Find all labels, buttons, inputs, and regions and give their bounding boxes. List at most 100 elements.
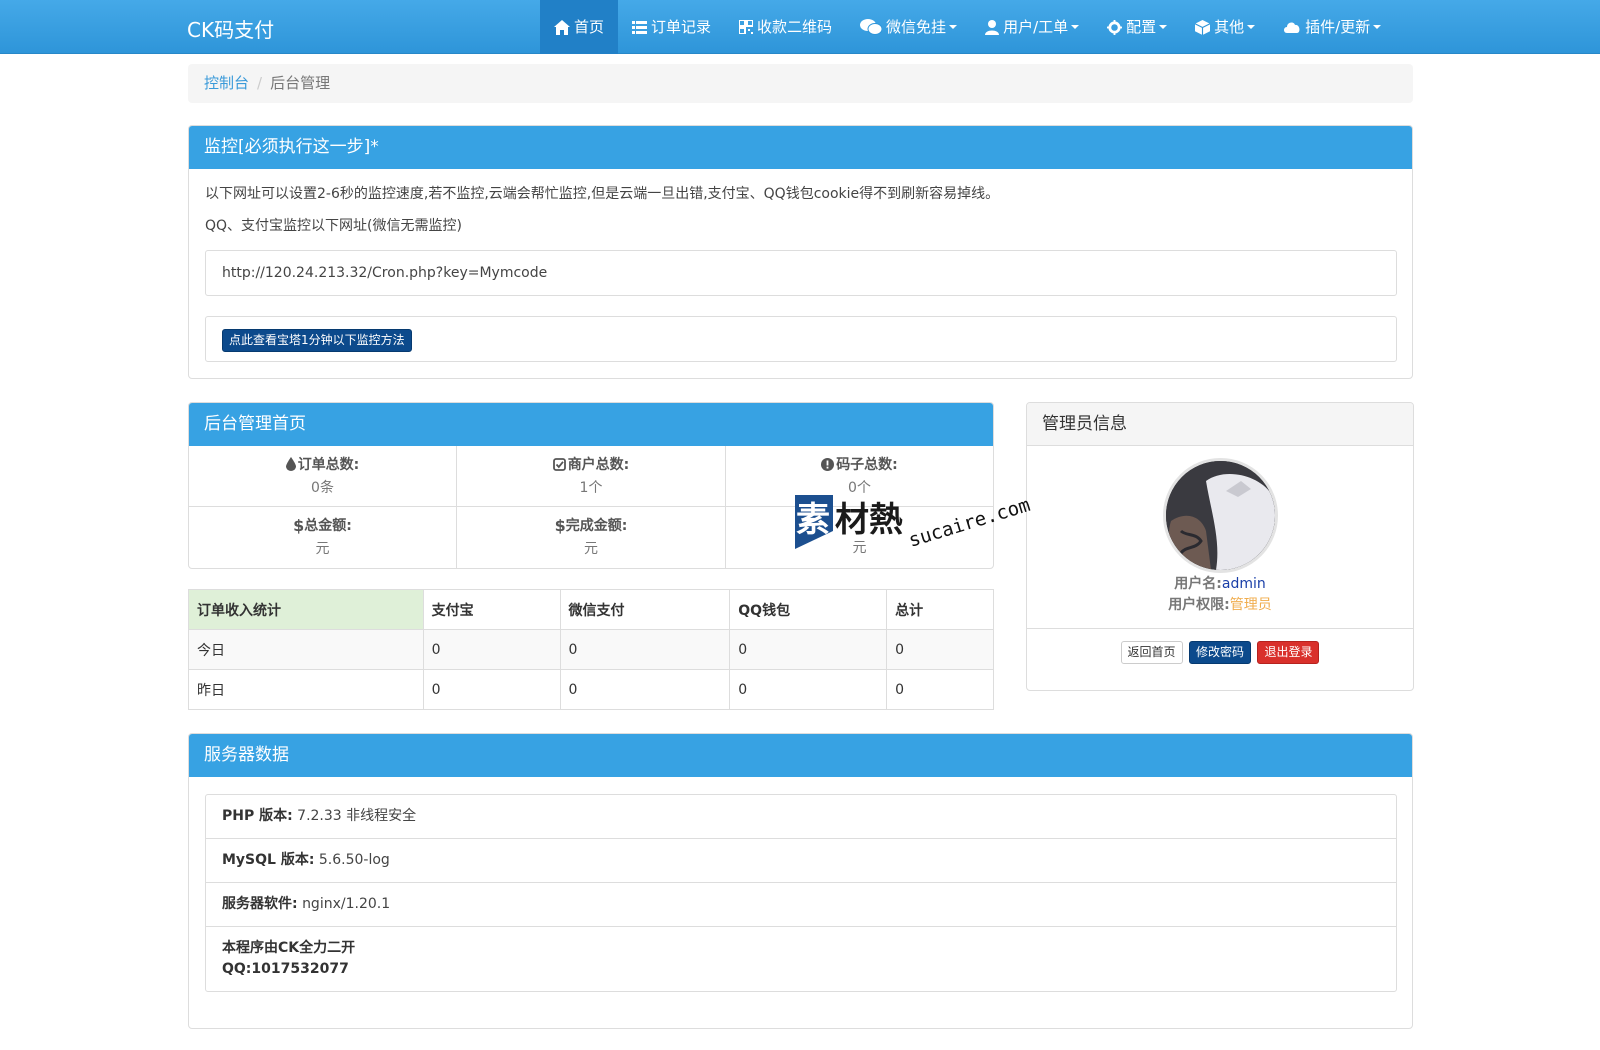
table-cell: 0 <box>422 629 561 670</box>
username-label: 用户名: <box>1174 576 1222 592</box>
chevron-down-icon <box>1159 25 1168 29</box>
chevron-down-icon <box>1247 25 1256 29</box>
server-data-panel: 服务器数据 PHP 版本: 7.2.33 非线程安全 MySQL 版本: 5.6… <box>188 733 1413 1029</box>
table-header: QQ钱包 <box>729 589 888 630</box>
stat-value: 1个 <box>579 480 603 496</box>
nav-other-label: 其他 <box>1214 18 1245 36</box>
income-stats-table: 订单收入统计 支付宝 微信支付 QQ钱包 总计 今日 0 0 0 0 昨日 0 … <box>188 589 994 710</box>
chevron-down-icon <box>1373 25 1382 29</box>
manager-buttons: 返回首页 修改密码 退出登录 <box>1027 641 1413 664</box>
nav-qrcode[interactable]: 收款二维码 <box>725 0 846 54</box>
monitor-note: QQ、支付宝监控以下网址(微信无需监控) <box>205 218 462 234</box>
table-cell: 0 <box>729 629 888 670</box>
stat-total-amount: $ 总金额: 元 <box>189 507 457 568</box>
table-cell: 0 <box>886 629 994 670</box>
table-header: 总计 <box>886 589 994 630</box>
nav-home[interactable]: 首页 <box>540 0 619 54</box>
table-cell: 0 <box>729 669 888 710</box>
server-php-label: PHP 版本: <box>222 808 293 824</box>
table-header: 订单收入统计 <box>188 589 424 630</box>
svg-text:素: 素 <box>796 500 830 540</box>
brand-logo[interactable]: CK码支付 <box>187 14 274 43</box>
stat-label: 码子总数: <box>836 457 898 473</box>
back-home-button[interactable]: 返回首页 <box>1120 641 1183 664</box>
stat-value: 0条 <box>311 480 334 496</box>
list-icon <box>632 20 648 34</box>
manager-info-title: 管理员信息 <box>1027 403 1413 446</box>
watermark: 素 材熱 sucaire.com <box>793 493 1043 553</box>
admin-home-title: 后台管理首页 <box>189 403 993 446</box>
table-cell: 0 <box>422 669 561 710</box>
monitor-button-wrap: 点此查看宝塔1分钟以下监控方法 <box>205 316 1397 362</box>
stat-completed-amount: $ 完成金额: 元 <box>457 507 726 568</box>
table-cell: 今日 <box>188 629 424 670</box>
monitor-url-field[interactable]: http://120.24.213.32/Cron.php?key=Mymcod… <box>205 250 1397 296</box>
stat-merchant-count: 商户总数: 1个 <box>457 446 726 507</box>
server-info-list: PHP 版本: 7.2.33 非线程安全 MySQL 版本: 5.6.50-lo… <box>205 794 1397 992</box>
nav-qrcode-label: 收款二维码 <box>757 18 833 36</box>
table-row: 昨日 0 0 0 0 <box>188 669 994 710</box>
credit-line: 本程序由CK全力二开 <box>222 940 356 956</box>
drop-icon <box>285 457 296 471</box>
list-item: MySQL 版本: 5.6.50-log <box>206 839 1396 883</box>
logout-button[interactable]: 退出登录 <box>1257 641 1320 664</box>
stat-value: 元 <box>584 541 598 557</box>
chevron-down-icon <box>1071 25 1080 29</box>
nav-orders-label: 订单记录 <box>651 18 712 36</box>
nav-other[interactable]: 其他 <box>1181 0 1269 54</box>
user-icon <box>985 19 1000 35</box>
nav-wechat[interactable]: 微信免挂 <box>846 0 971 54</box>
stat-label: 完成金额: <box>565 518 628 534</box>
manager-info-panel: 管理员信息 用户名:admin 用户权限:管理员 返回首页 修改密码 退出登录 <box>1026 402 1414 691</box>
role-label: 用户权限: <box>1168 597 1230 613</box>
manager-username-line: 用户名:admin <box>1027 573 1413 593</box>
home-icon <box>554 19 570 35</box>
chevron-down-icon <box>949 25 958 29</box>
table-row: 今日 0 0 0 0 <box>188 629 994 670</box>
username-value: admin <box>1221 576 1266 592</box>
monitor-description: 以下网址可以设置2-6秒的监控速度,若不监控,云端会帮忙监控,但是云端一旦出错,… <box>205 186 1000 202</box>
monitor-panel-title: 监控[必须执行这一步]* <box>189 126 1412 169</box>
wechat-icon <box>860 19 883 35</box>
cube-icon <box>1195 19 1211 35</box>
top-navbar: CK码支付 首页 订单记录 收款二维码 微信免挂 用户/工单 配置 其他 插件/… <box>0 0 1600 54</box>
breadcrumb: 控制台 / 后台管理 <box>188 64 1413 103</box>
cloud-icon <box>1284 22 1300 33</box>
qrcode-icon <box>739 20 754 34</box>
dollar-icon: $ <box>293 515 305 535</box>
role-value: 管理员 <box>1229 597 1272 613</box>
table-cell: 0 <box>559 669 731 710</box>
server-mysql-label: MySQL 版本: <box>222 852 315 868</box>
list-item: 本程序由CK全力二开 QQ:1017532077 <box>206 927 1396 991</box>
server-mysql-value: 5.6.50-log <box>318 852 390 868</box>
svg-text:sucaire.com: sucaire.com <box>906 494 1033 552</box>
nav-plugins-label: 插件/更新 <box>1305 18 1371 36</box>
list-item: PHP 版本: 7.2.33 非线程安全 <box>206 795 1396 839</box>
exclamation-circle-icon <box>821 457 835 471</box>
nav-wechat-label: 微信免挂 <box>886 18 947 36</box>
table-header: 支付宝 <box>422 589 561 630</box>
monitor-method-button[interactable]: 点此查看宝塔1分钟以下监控方法 <box>222 329 412 352</box>
watermark-logo: 素 材熱 sucaire.com <box>795 494 1033 552</box>
avatar <box>1163 458 1278 573</box>
stat-label: 订单总数: <box>297 457 360 473</box>
monitor-panel: 监控[必须执行这一步]* 以下网址可以设置2-6秒的监控速度,若不监控,云端会帮… <box>188 125 1413 379</box>
breadcrumb-home-link[interactable]: 控制台 <box>204 74 249 92</box>
nav-users[interactable]: 用户/工单 <box>971 0 1093 54</box>
stat-order-count: 订单总数: 0条 <box>189 446 457 507</box>
breadcrumb-current: 后台管理 <box>270 74 331 92</box>
nav-plugins[interactable]: 插件/更新 <box>1269 0 1395 54</box>
server-software-value: nginx/1.20.1 <box>302 896 391 912</box>
table-cell: 0 <box>559 629 731 670</box>
stat-value: 元 <box>315 541 330 557</box>
change-password-button[interactable]: 修改密码 <box>1188 641 1251 664</box>
nav-config[interactable]: 配置 <box>1093 0 1181 54</box>
server-php-value: 7.2.33 非线程安全 <box>297 808 417 824</box>
list-item: 服务器软件: nginx/1.20.1 <box>206 883 1396 927</box>
nav-home-label: 首页 <box>574 18 605 36</box>
server-data-title: 服务器数据 <box>189 734 1412 777</box>
nav-users-label: 用户/工单 <box>1003 18 1069 36</box>
stat-label: 总金额: <box>304 518 352 534</box>
avatar-image <box>1166 461 1275 570</box>
nav-orders[interactable]: 订单记录 <box>618 0 725 54</box>
